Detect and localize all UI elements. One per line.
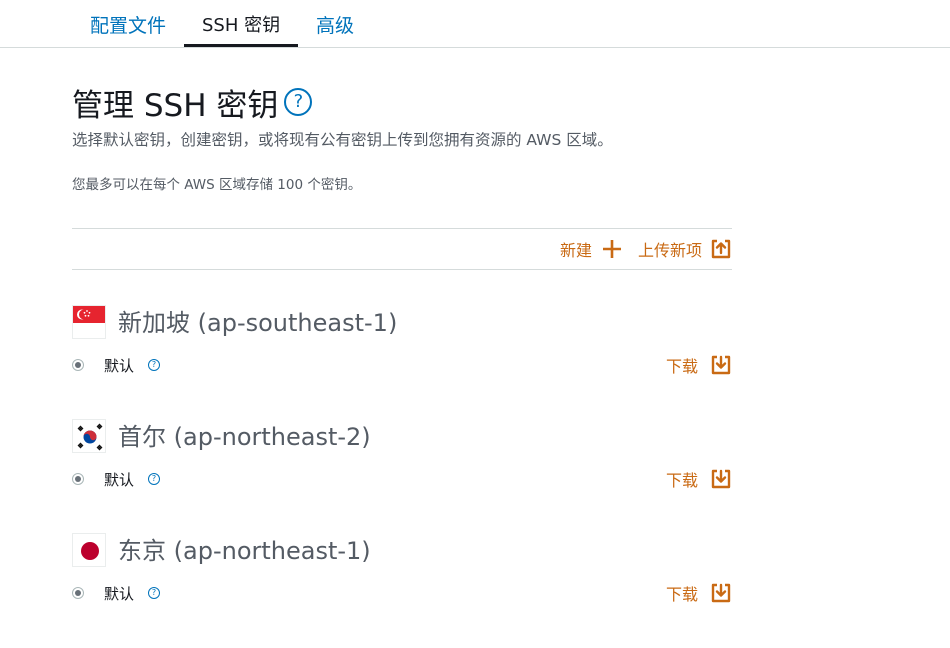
- default-radio[interactable]: [72, 587, 84, 599]
- region-title: 首尔 (ap-northeast-2): [118, 419, 371, 455]
- region-code: (ap-northeast-1): [173, 537, 371, 565]
- default-label: 默认: [104, 357, 135, 375]
- region-name: 新加坡: [118, 309, 190, 337]
- upload-key-button[interactable]: 上传新项: [638, 237, 732, 261]
- region-singapore: 新加坡 (ap-southeast-1) 默认 ? 下载: [72, 305, 732, 395]
- singapore-flag-icon: [72, 305, 106, 339]
- download-icon: [710, 354, 732, 376]
- key-limit-note: 您最多可以在每个 AWS 区域存储 100 个密钥。: [72, 177, 362, 193]
- page-title-text: 管理 SSH 密钥: [72, 87, 279, 124]
- tab-ssh-keys[interactable]: SSH 密钥: [183, 0, 299, 47]
- default-label: 默认: [104, 585, 135, 603]
- page-description: 选择默认密钥，创建密钥，或将现有公有密钥上传到您拥有资源的 AWS 区域。: [72, 131, 613, 149]
- download-icon: [710, 468, 732, 490]
- plus-icon: [602, 239, 622, 259]
- download-button[interactable]: 下载: [666, 353, 732, 377]
- download-label: 下载: [665, 357, 698, 376]
- download-button[interactable]: 下载: [666, 581, 732, 605]
- upload-icon: [710, 238, 732, 260]
- page-title: 管理 SSH 密钥 ?: [72, 80, 313, 124]
- default-radio[interactable]: [72, 473, 84, 485]
- help-icon[interactable]: ?: [148, 473, 160, 485]
- region-title: 东京 (ap-northeast-1): [118, 533, 371, 569]
- region-code: (ap-southeast-1): [197, 309, 398, 337]
- download-button[interactable]: 下载: [666, 467, 732, 491]
- region-name: 首尔: [118, 423, 166, 451]
- action-bar: 新建 上传新项: [72, 228, 732, 270]
- tab-advanced[interactable]: 高级: [316, 0, 354, 46]
- download-label: 下载: [665, 585, 698, 604]
- help-icon[interactable]: ?: [148, 359, 160, 371]
- tab-profile[interactable]: 配置文件: [90, 0, 166, 46]
- japan-flag-icon: [72, 533, 106, 567]
- help-icon[interactable]: ?: [148, 587, 160, 599]
- region-title: 新加坡 (ap-southeast-1): [118, 305, 397, 341]
- upload-key-label: 上传新项: [637, 241, 702, 260]
- default-radio[interactable]: [72, 359, 84, 371]
- default-label: 默认: [104, 471, 135, 489]
- download-label: 下载: [665, 471, 698, 490]
- region-seoul: 首尔 (ap-northeast-2) 默认 ? 下载: [72, 419, 732, 509]
- download-icon: [710, 582, 732, 604]
- new-key-label: 新建: [559, 241, 592, 260]
- region-code: (ap-northeast-2): [173, 423, 371, 451]
- new-key-button[interactable]: 新建: [560, 237, 622, 261]
- south-korea-flag-icon: [72, 419, 106, 453]
- region-tokyo: 东京 (ap-northeast-1) 默认 ? 下载: [72, 533, 732, 623]
- tab-bar: 配置文件 SSH 密钥 高级: [0, 0, 950, 48]
- region-name: 东京: [118, 537, 166, 565]
- help-icon[interactable]: ?: [284, 88, 313, 116]
